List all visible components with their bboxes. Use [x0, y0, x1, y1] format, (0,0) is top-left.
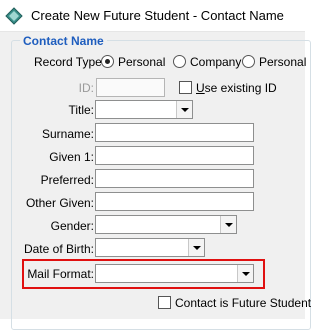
contact-future-student-label[interactable]: Contact is Future Student — [175, 296, 311, 310]
radio-personal-label[interactable]: Personal — [118, 55, 165, 69]
preferred-label: Preferred: — [40, 173, 94, 187]
record-type-label: Record Type: — [34, 55, 106, 69]
gender-dropdown-button[interactable] — [220, 216, 236, 233]
radio-personal-2[interactable] — [242, 55, 255, 68]
mail-format-label: Mail Format: — [27, 267, 94, 281]
dob-label: Date of Birth: — [23, 242, 94, 256]
id-label: ID: — [78, 81, 94, 95]
chevron-down-icon — [181, 108, 189, 112]
window-title: Create New Future Student - Contact Name — [31, 8, 284, 23]
title-bar: Create New Future Student - Contact Name — [0, 0, 305, 32]
chevron-down-icon — [193, 246, 201, 250]
chevron-down-icon — [242, 272, 250, 276]
gender-label: Gender: — [50, 219, 94, 233]
mail-format-dropdown-button[interactable] — [237, 265, 253, 282]
surname-input[interactable] — [95, 123, 254, 142]
dob-picker[interactable] — [95, 238, 205, 257]
dob-dropdown-button[interactable] — [188, 239, 204, 256]
id-input[interactable] — [96, 78, 165, 97]
diamond-app-icon — [5, 7, 23, 25]
radio-personal[interactable] — [101, 55, 114, 68]
surname-label: Surname: — [41, 127, 94, 141]
radio-company-label[interactable]: Company — [190, 55, 241, 69]
other-given-label: Other Given: — [25, 196, 94, 210]
radio-company[interactable] — [173, 55, 186, 68]
gender-combo[interactable] — [95, 215, 237, 234]
chevron-down-icon — [225, 223, 233, 227]
radio-selected-dot — [105, 59, 110, 64]
use-existing-id-label[interactable]: Use existing ID — [196, 81, 277, 95]
given1-label: Given 1: — [49, 150, 94, 164]
group-title: Contact Name — [20, 34, 107, 48]
other-given-input[interactable] — [95, 192, 254, 211]
radio-personal-2-label[interactable]: Personal — [259, 55, 306, 69]
title-label: Title: — [68, 103, 94, 117]
given1-input[interactable] — [95, 146, 254, 165]
preferred-input[interactable] — [95, 169, 254, 188]
contact-future-student-checkbox[interactable] — [158, 296, 171, 309]
title-dropdown-button[interactable] — [176, 101, 192, 118]
title-combo[interactable] — [95, 100, 193, 119]
mail-format-combo[interactable] — [95, 264, 254, 283]
use-existing-id-checkbox[interactable] — [179, 81, 192, 94]
